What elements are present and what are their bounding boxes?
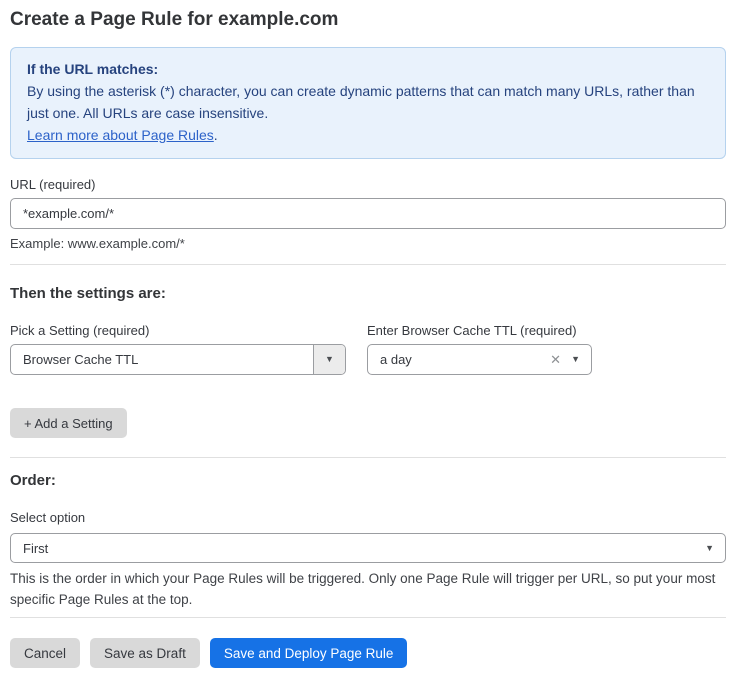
footer-buttons: Cancel Save as Draft Save and Deploy Pag…: [10, 638, 726, 668]
order-helper-text: This is the order in which your Page Rul…: [10, 568, 726, 610]
info-box-heading: If the URL matches:: [27, 58, 709, 80]
setting-column: Pick a Setting (required) Browser Cache …: [10, 303, 346, 375]
link-period: .: [214, 127, 218, 143]
settings-section-heading: Then the settings are:: [10, 285, 726, 303]
url-input[interactable]: [10, 198, 726, 229]
settings-columns: Pick a Setting (required) Browser Cache …: [10, 303, 726, 375]
save-deploy-button[interactable]: Save and Deploy Page Rule: [210, 638, 408, 668]
url-example-helper: Example: www.example.com/*: [10, 236, 726, 251]
ttl-label: Enter Browser Cache TTL (required): [367, 323, 592, 338]
order-section-heading: Order:: [10, 472, 726, 490]
url-field-label: URL (required): [10, 177, 726, 192]
setting-select-value: Browser Cache TTL: [11, 352, 313, 367]
info-box-link-line: Learn more about Page Rules.: [27, 124, 709, 146]
order-select[interactable]: First ▼: [10, 533, 726, 563]
order-select-label: Select option: [10, 510, 726, 525]
chevron-down-icon: ▼: [705, 544, 725, 553]
ttl-select[interactable]: a day ✕ ▼: [367, 344, 592, 375]
setting-select[interactable]: Browser Cache TTL ▼: [10, 344, 346, 375]
clear-icon[interactable]: ✕: [550, 353, 571, 366]
chevron-down-icon: ▼: [325, 355, 334, 364]
cancel-button[interactable]: Cancel: [10, 638, 80, 668]
info-box-body: By using the asterisk (*) character, you…: [27, 80, 709, 124]
save-draft-button[interactable]: Save as Draft: [90, 638, 200, 668]
divider: [10, 457, 726, 458]
pick-setting-label: Pick a Setting (required): [10, 323, 346, 338]
divider: [10, 617, 726, 618]
order-select-value: First: [11, 541, 705, 556]
chevron-down-icon[interactable]: ▼: [571, 355, 591, 364]
ttl-column: Enter Browser Cache TTL (required) a day…: [367, 303, 592, 375]
url-match-info-box: If the URL matches: By using the asteris…: [10, 47, 726, 159]
learn-more-link[interactable]: Learn more about Page Rules: [27, 127, 214, 143]
page-title: Create a Page Rule for example.com: [10, 8, 726, 32]
ttl-select-value: a day: [368, 352, 550, 367]
add-setting-button[interactable]: + Add a Setting: [10, 408, 127, 438]
divider: [10, 264, 726, 265]
setting-select-caret-button[interactable]: ▼: [313, 345, 345, 374]
